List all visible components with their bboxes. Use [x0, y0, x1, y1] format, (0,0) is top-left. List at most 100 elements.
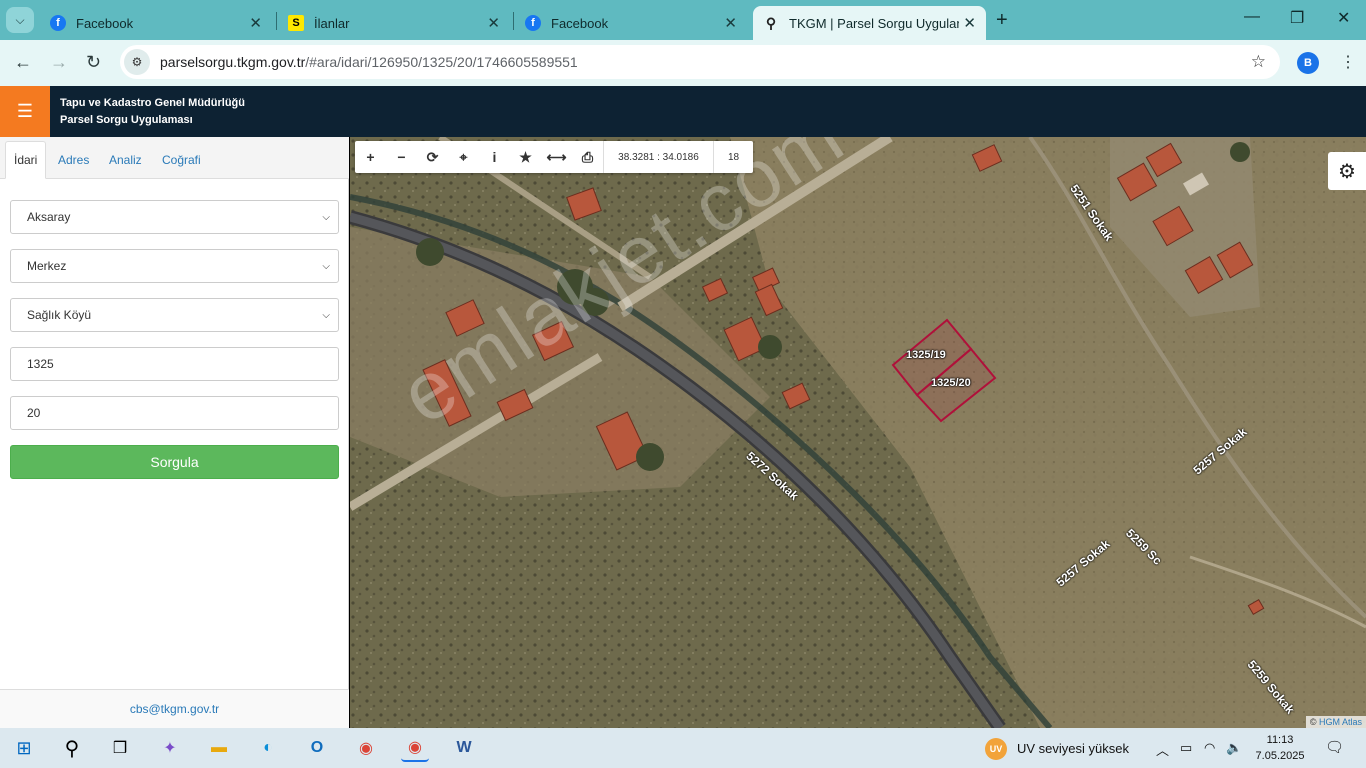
arrow-right-icon: → — [50, 52, 68, 72]
contact-email-link[interactable]: cbs@tkgm.gov.tr — [130, 702, 219, 716]
forward-button[interactable]: → — [50, 52, 68, 73]
info-button[interactable]: i — [479, 141, 510, 173]
sahibinden-icon: S — [288, 15, 304, 31]
copilot-button[interactable]: ✦ — [156, 734, 184, 762]
chrome-active-button[interactable]: ◉ — [401, 734, 429, 762]
url-host: parselsorgu.tkgm.gov.tr — [160, 54, 306, 70]
app-title: Tapu ve Kadastro Genel Müdürlüğü Parsel … — [60, 95, 245, 129]
locate-button[interactable]: ⌖ — [448, 141, 479, 173]
minus-icon: − — [397, 149, 406, 165]
tab-divider — [513, 12, 514, 30]
address-bar[interactable]: ⚙ parselsorgu.tkgm.gov.tr/#ara/idari/126… — [120, 45, 1280, 79]
tab-idari[interactable]: İdari — [5, 141, 47, 179]
facebook-icon: f — [50, 15, 66, 31]
ilce-select[interactable]: Merkez ⌵ — [10, 249, 339, 283]
measure-button[interactable]: ⟷ — [541, 141, 572, 173]
search-icon: ⚲ — [64, 737, 80, 760]
browser-tab-facebook-1[interactable]: f Facebook ✕ — [40, 6, 272, 40]
attribution-prefix: © — [1309, 717, 1317, 727]
weather-text[interactable]: UV seviyesi yüksek — [1017, 741, 1129, 756]
url-text[interactable]: parselsorgu.tkgm.gov.tr/#ara/idari/12695… — [160, 54, 578, 70]
browser-tab-ilanlar[interactable]: S İlanlar ✕ — [278, 6, 510, 40]
browser-tab-facebook-2[interactable]: f Facebook ✕ — [515, 6, 747, 40]
tab-cografi[interactable]: Coğrafi — [154, 141, 209, 179]
tab-search-button[interactable]: ⌵ — [6, 7, 34, 33]
profile-avatar[interactable]: B — [1297, 52, 1319, 74]
battery-icon[interactable]: ▭ — [1180, 740, 1192, 756]
attribution-link[interactable]: HGM Atlas — [1319, 717, 1362, 727]
chevron-down-icon: ⌵ — [322, 211, 330, 223]
tab-analiz[interactable]: Analiz — [101, 141, 150, 179]
bookmark-star-icon[interactable]: ☆ — [1251, 52, 1266, 72]
tab-adres[interactable]: Adres — [50, 141, 97, 179]
menu-button[interactable]: ☰ — [0, 86, 50, 137]
map-settings-button[interactable]: ⚙ — [1328, 152, 1366, 190]
browser-tab-bar: ⌵ f Facebook ✕ S İlanlar ✕ f Facebook ✕ … — [0, 0, 1366, 40]
close-window-button[interactable]: ✕ — [1337, 8, 1350, 28]
chevron-down-icon: ⌵ — [322, 260, 330, 272]
restore-button[interactable]: ❐ — [1290, 8, 1304, 28]
star-icon: ★ — [519, 148, 532, 165]
browser-menu-icon[interactable]: ⋮ — [1340, 52, 1356, 72]
parcel-label-19[interactable]: 1325/19 — [906, 349, 946, 361]
chevron-down-icon: ⌵ — [322, 309, 330, 321]
tab-label: TKGM | Parsel Sorgu Uygulamas — [789, 15, 959, 31]
tray-chevron-icon[interactable]: ︿ — [1156, 740, 1169, 759]
map-view[interactable]: emlakjet.com 5272 Sokak 5251 Sokak 5257 … — [350, 137, 1366, 728]
word-button[interactable]: W — [450, 734, 478, 762]
clock-time: 11:13 — [1266, 734, 1294, 746]
coordinate-readout: 38.3281 : 34.0186 — [603, 141, 713, 173]
windows-logo-icon: ⊞ — [16, 737, 32, 758]
il-select[interactable]: Aksaray ⌵ — [10, 200, 339, 234]
chevron-down-icon: ⌵ — [15, 12, 25, 27]
close-icon: ✕ — [1337, 10, 1351, 27]
app-title-line1: Tapu ve Kadastro Genel Müdürlüğü — [60, 97, 245, 109]
notification-icon[interactable]: 🗨 — [1325, 738, 1344, 756]
map-toolbar: + − ⟳ ⌖ i ★ ⟷ ⎙ 38.3281 : 34.0186 18 — [355, 141, 753, 173]
panel-footer: cbs@tkgm.gov.tr — [0, 689, 349, 728]
refresh-button[interactable]: ⟳ — [417, 141, 448, 173]
parsel-input[interactable]: 20 — [10, 396, 339, 430]
sorgula-button[interactable]: Sorgula — [10, 445, 339, 479]
file-explorer-button[interactable]: ▬ — [205, 734, 233, 762]
zoom-out-button[interactable]: − — [386, 141, 417, 173]
weather-badge[interactable]: UV — [985, 738, 1007, 760]
arrow-left-icon: ← — [14, 52, 32, 72]
app-title-line2: Parsel Sorgu Uygulaması — [60, 114, 193, 126]
close-icon[interactable]: ✕ — [249, 14, 262, 32]
favorite-button[interactable]: ★ — [510, 141, 541, 173]
chrome-icon: ◉ — [408, 739, 422, 756]
gear-icon: ⚙ — [1338, 160, 1356, 183]
outlook-button[interactable]: O — [303, 734, 331, 762]
zoom-in-button[interactable]: + — [355, 141, 386, 173]
close-icon[interactable]: ✕ — [963, 14, 976, 32]
parcel-label-20[interactable]: 1325/20 — [931, 377, 971, 389]
site-info-icon[interactable]: ⚙ — [124, 49, 150, 75]
close-icon[interactable]: ✕ — [487, 14, 500, 32]
task-view-button[interactable]: ❒ — [106, 734, 134, 762]
reload-button[interactable]: ↻ — [86, 52, 101, 73]
start-button[interactable]: ⊞ — [10, 734, 38, 762]
ada-input[interactable]: 1325 — [10, 347, 339, 381]
edge-button[interactable]: ◐ — [254, 734, 282, 762]
system-clock[interactable]: 11:13 7.05.2025 — [1252, 732, 1308, 764]
minimize-button[interactable]: — — [1244, 8, 1260, 26]
measure-arrows-icon: ⟷ — [546, 148, 567, 165]
chrome-button[interactable]: ◉ — [352, 734, 380, 762]
url-path: /#ara/idari/126950/1325/20/1746605589551 — [305, 54, 578, 70]
app-header: ☰ Tapu ve Kadastro Genel Müdürlüğü Parse… — [0, 86, 1366, 137]
new-tab-button[interactable]: + — [996, 9, 1008, 32]
browser-toolbar: ← → ↻ ⚙ parselsorgu.tkgm.gov.tr/#ara/ida… — [0, 40, 1366, 86]
plus-icon: + — [996, 9, 1008, 31]
volume-icon[interactable]: 🔈 — [1226, 740, 1242, 756]
close-icon[interactable]: ✕ — [724, 14, 737, 32]
back-button[interactable]: ← — [14, 52, 32, 73]
info-icon: i — [492, 149, 497, 165]
word-icon: W — [456, 739, 472, 756]
browser-tab-tkgm[interactable]: ⚲ TKGM | Parsel Sorgu Uygulamas ✕ — [753, 6, 986, 40]
print-button[interactable]: ⎙ — [572, 141, 603, 173]
wifi-icon[interactable]: ◠ — [1204, 740, 1215, 756]
search-button[interactable]: ⚲ — [58, 734, 86, 762]
crosshair-icon: ⌖ — [459, 148, 468, 165]
mahalle-select[interactable]: Sağlık Köyü ⌵ — [10, 298, 339, 332]
